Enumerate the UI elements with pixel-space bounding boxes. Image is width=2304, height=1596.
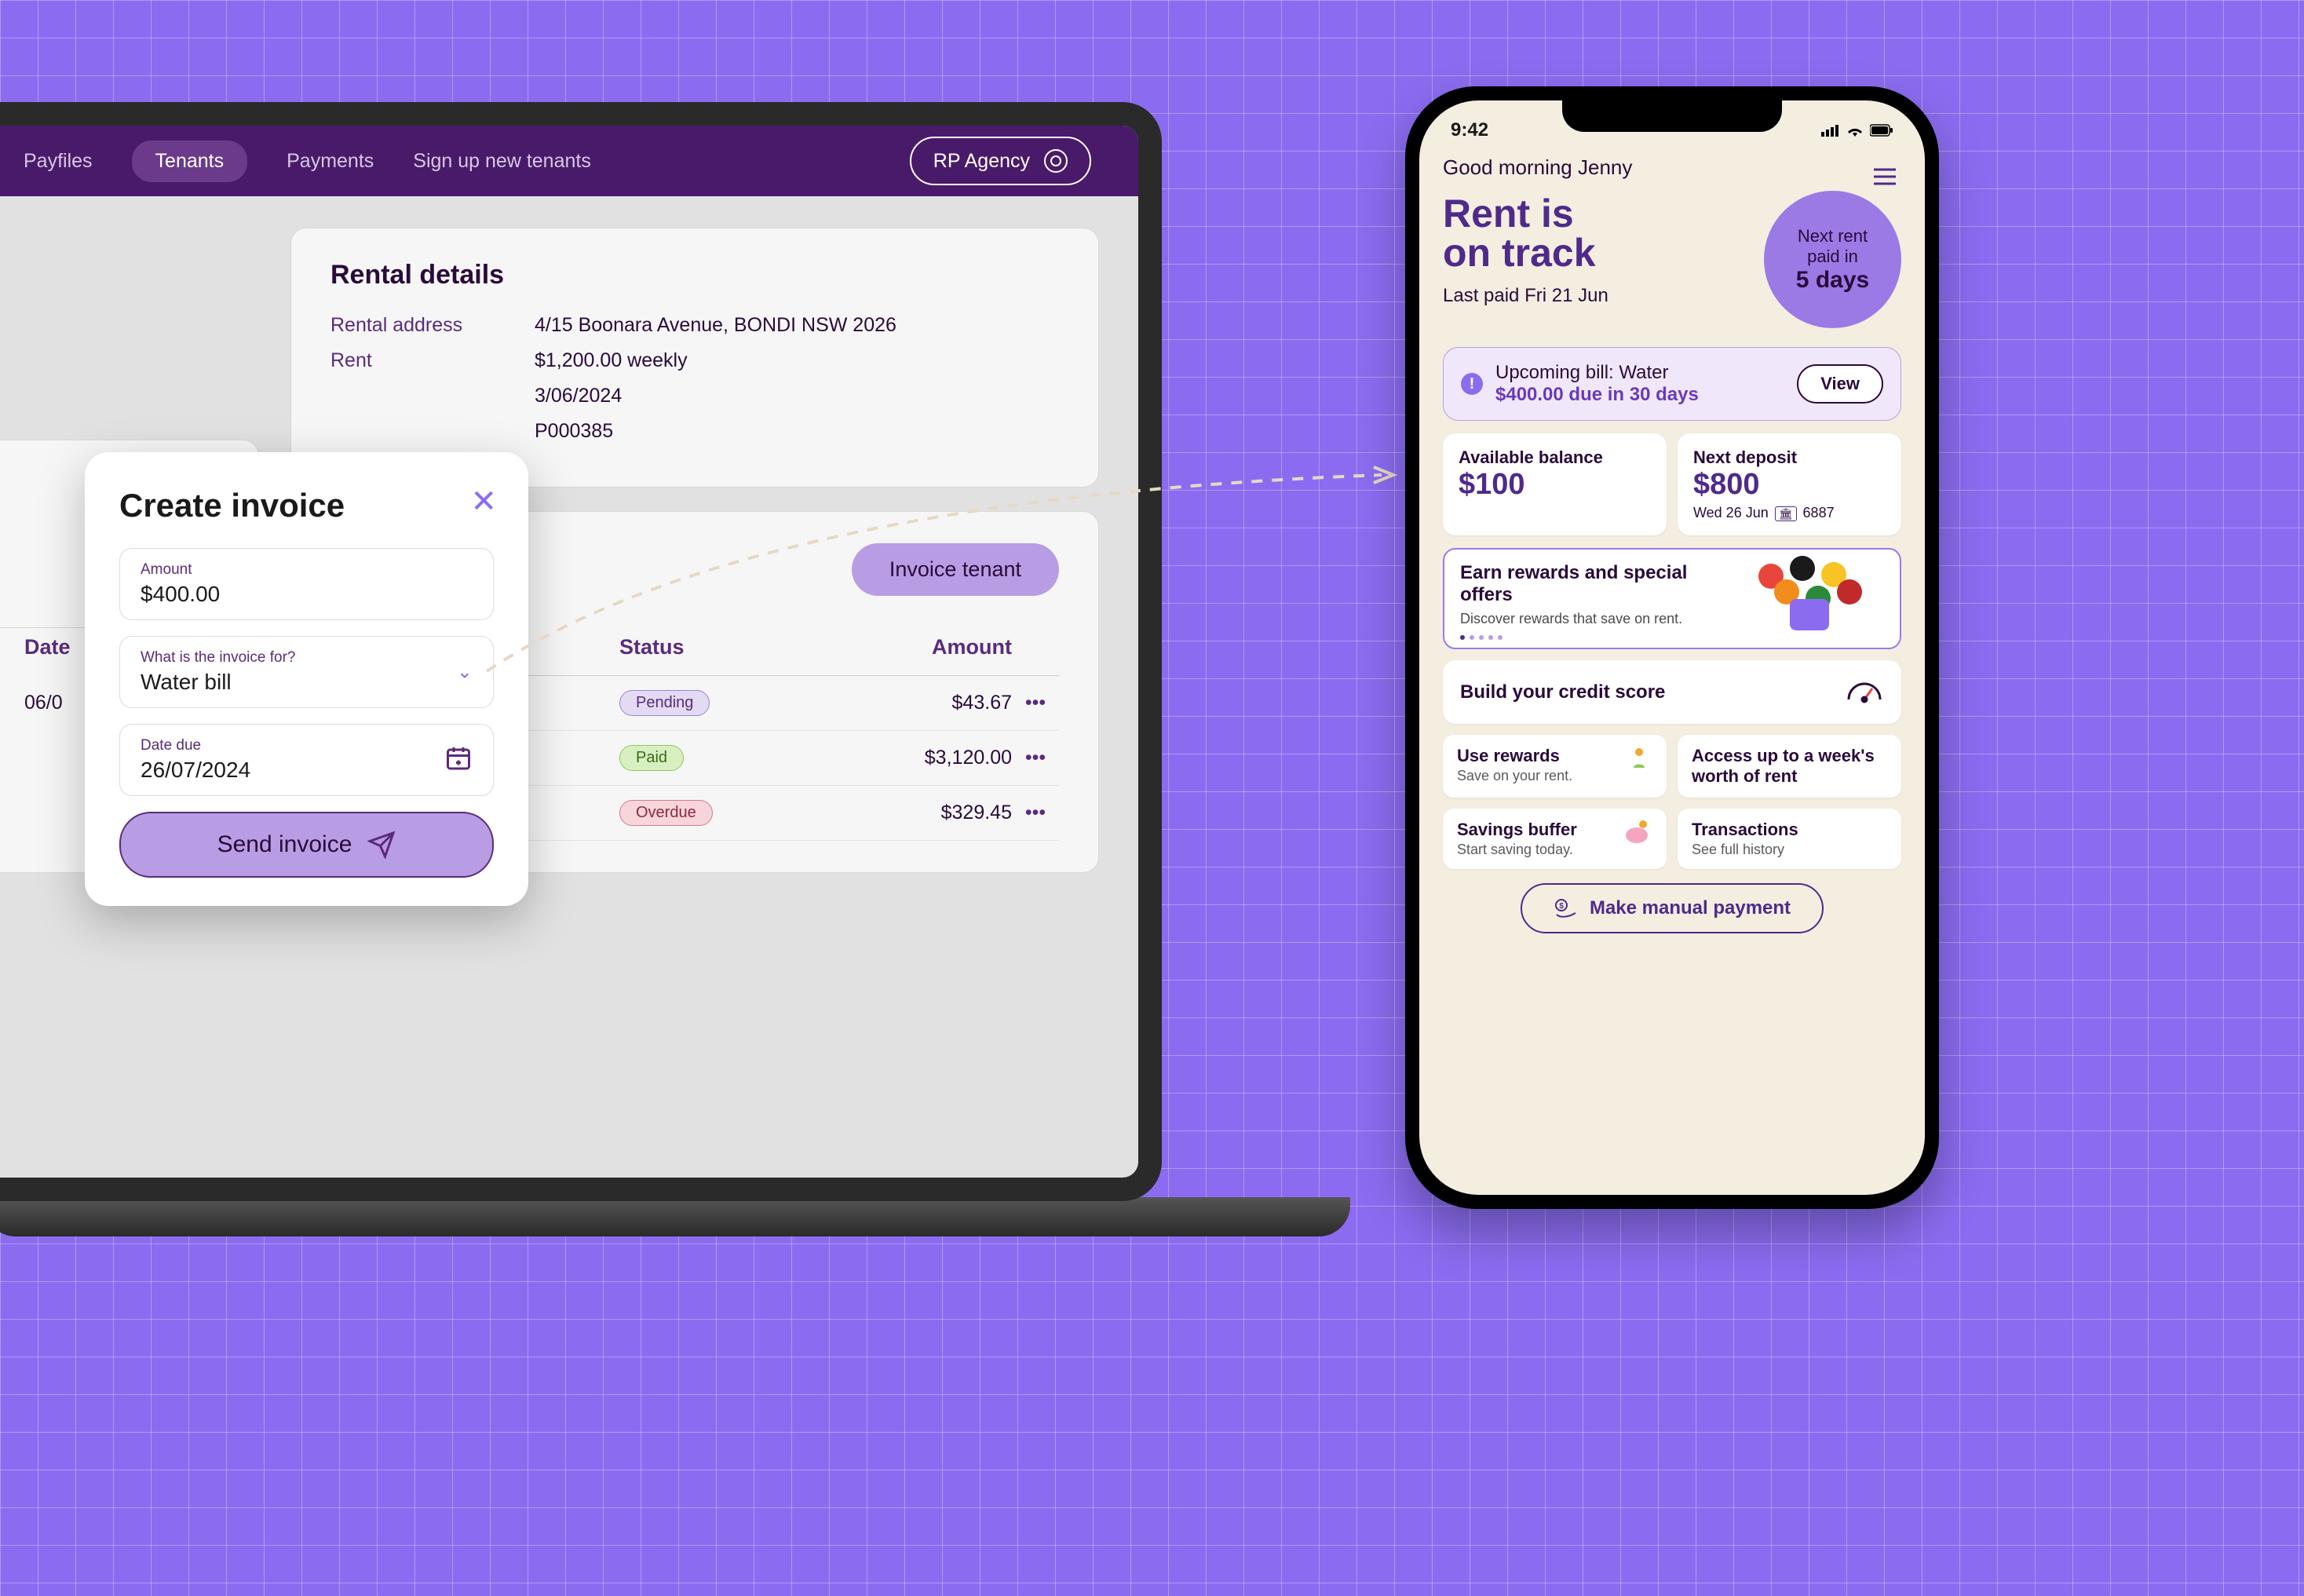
- rent-value: $1,200.00 weekly: [535, 349, 688, 372]
- ref-value: P000385: [535, 420, 613, 443]
- piggy-icon: [1621, 820, 1652, 849]
- promo-title: Earn rewards and special offers: [1460, 562, 1727, 606]
- alert-l2: $400.00 due in 30 days: [1495, 384, 1784, 406]
- cell-amount: $3,120.00: [839, 747, 1012, 769]
- invoice-tenant-button[interactable]: Invoice tenant: [852, 543, 1059, 596]
- trans-sub: See full history: [1692, 842, 1887, 858]
- gauge-icon: [1845, 676, 1884, 708]
- battery-icon: [1870, 124, 1893, 137]
- phone-time: 9:42: [1451, 119, 1488, 141]
- hero-line2: on track: [1443, 233, 1608, 272]
- chevron-down-icon: ⌄: [457, 661, 473, 684]
- circle-b: 5 days: [1796, 267, 1869, 294]
- rewards-promo[interactable]: Earn rewards and special offers Discover…: [1443, 548, 1901, 649]
- hand-dollar-icon: $: [1554, 897, 1579, 919]
- agency-label: RP Agency: [933, 150, 1030, 173]
- close-icon[interactable]: ✕: [470, 484, 497, 520]
- next-rent-circle: Next rent paid in 5 days: [1764, 191, 1901, 328]
- status-badge: Pending: [619, 690, 710, 716]
- date-value: 3/06/2024: [535, 385, 622, 407]
- deposit-label: Next deposit: [1693, 447, 1886, 468]
- amount-value: $400.00: [141, 582, 473, 607]
- hero-sub: Last paid Fri 21 Jun: [1443, 285, 1608, 307]
- due-label: Date due: [141, 737, 473, 754]
- date-label: [330, 385, 535, 407]
- for-value: Water bill: [141, 670, 473, 695]
- nav-payfiles[interactable]: Payfiles: [24, 150, 93, 173]
- manual-label: Make manual payment: [1590, 897, 1791, 919]
- rental-details-title: Rental details: [330, 260, 1059, 290]
- user-icon: [1044, 149, 1068, 173]
- view-button[interactable]: View: [1797, 364, 1883, 404]
- col-amount: Amount: [839, 635, 1012, 659]
- send-icon: [367, 831, 396, 859]
- status-badge: Paid: [619, 745, 684, 771]
- col-status: Status: [619, 635, 839, 659]
- balance-value: $100: [1459, 468, 1651, 502]
- upcoming-bill-alert: ! Upcoming bill: Water $400.00 due in 30…: [1443, 347, 1901, 421]
- manual-payment-button[interactable]: $ Make manual payment: [1521, 883, 1824, 933]
- deposit-sub: Wed 26 Jun 🏛 6887: [1693, 505, 1886, 521]
- hero-line1: Rent is: [1443, 194, 1608, 233]
- row-actions-icon[interactable]: •••: [1012, 692, 1059, 714]
- date-due-field[interactable]: Date due 26/07/2024: [119, 724, 494, 796]
- rewards-title: Use rewards: [1457, 746, 1652, 766]
- signal-icon: [1821, 124, 1840, 137]
- send-label: Send invoice: [217, 831, 352, 858]
- deposit-card[interactable]: Next deposit $800 Wed 26 Jun 🏛 6887: [1678, 433, 1901, 535]
- rent-label: Rent: [330, 349, 535, 372]
- balance-card[interactable]: Available balance $100: [1443, 433, 1667, 535]
- credit-score-card[interactable]: Build your credit score: [1443, 660, 1901, 724]
- savings-buffer-card[interactable]: Savings buffer Start saving today.: [1443, 809, 1667, 869]
- modal-title: Create invoice: [119, 487, 494, 524]
- row-actions-icon[interactable]: •••: [1012, 747, 1059, 769]
- nav-payments[interactable]: Payments: [287, 150, 374, 173]
- phone-screen: 9:42 Good morning Jenny Rent is on track…: [1419, 100, 1925, 1195]
- circle-l1: Next rent: [1798, 226, 1868, 247]
- amount-label: Amount: [141, 561, 473, 579]
- credit-label: Build your credit score: [1460, 681, 1665, 703]
- nav-tenants[interactable]: Tenants: [132, 141, 248, 182]
- promo-art: [1735, 556, 1892, 642]
- due-value: 26/07/2024: [141, 758, 473, 783]
- laptop-base: [0, 1197, 1350, 1236]
- circle-l2: paid in: [1807, 247, 1858, 267]
- balance-label: Available balance: [1459, 447, 1651, 468]
- bank-icon: 🏛: [1775, 506, 1797, 521]
- cell-amount: $329.45: [839, 802, 1012, 824]
- agency-pill[interactable]: RP Agency: [910, 137, 1091, 185]
- svg-text:$: $: [1559, 902, 1564, 911]
- calendar-icon: [444, 744, 473, 776]
- phone-frame: 9:42 Good morning Jenny Rent is on track…: [1405, 86, 1939, 1209]
- send-invoice-button[interactable]: Send invoice: [119, 812, 494, 878]
- nav-signup[interactable]: Sign up new tenants: [413, 150, 591, 173]
- invoice-for-field[interactable]: What is the invoice for? Water bill ⌄: [119, 636, 494, 708]
- access-title: Access up to a week's worth of rent: [1692, 746, 1887, 787]
- rental-details-panel: Rental details Rental address 4/15 Boona…: [290, 228, 1099, 488]
- top-nav: Payfiles Tenants Payments Sign up new te…: [0, 126, 1138, 196]
- rewards-sub: Save on your rent.: [1457, 768, 1652, 784]
- greeting: Good morning Jenny: [1443, 155, 1901, 180]
- create-invoice-modal: Create invoice ✕ Amount $400.00 What is …: [85, 452, 528, 906]
- menu-icon[interactable]: [1872, 167, 1897, 190]
- addr-value: 4/15 Boonara Avenue, BONDI NSW 2026: [535, 314, 896, 337]
- trans-title: Transactions: [1692, 820, 1887, 840]
- phone-notch: [1562, 100, 1782, 132]
- rewards-icon: [1626, 746, 1652, 776]
- for-label: What is the invoice for?: [141, 649, 473, 667]
- cell-amount: $43.67: [839, 692, 1012, 714]
- use-rewards-card[interactable]: Use rewards Save on your rent.: [1443, 735, 1667, 798]
- amount-field[interactable]: Amount $400.00: [119, 548, 494, 620]
- status-badge: Overdue: [619, 800, 713, 826]
- wifi-icon: [1846, 124, 1864, 137]
- alert-icon: !: [1461, 373, 1483, 395]
- row-actions-icon[interactable]: •••: [1012, 802, 1059, 824]
- alert-l1: Upcoming bill: Water: [1495, 362, 1784, 384]
- deposit-value: $800: [1693, 468, 1886, 502]
- access-rent-card[interactable]: Access up to a week's worth of rent: [1678, 735, 1901, 798]
- addr-label: Rental address: [330, 314, 535, 337]
- transactions-card[interactable]: Transactions See full history: [1678, 809, 1901, 869]
